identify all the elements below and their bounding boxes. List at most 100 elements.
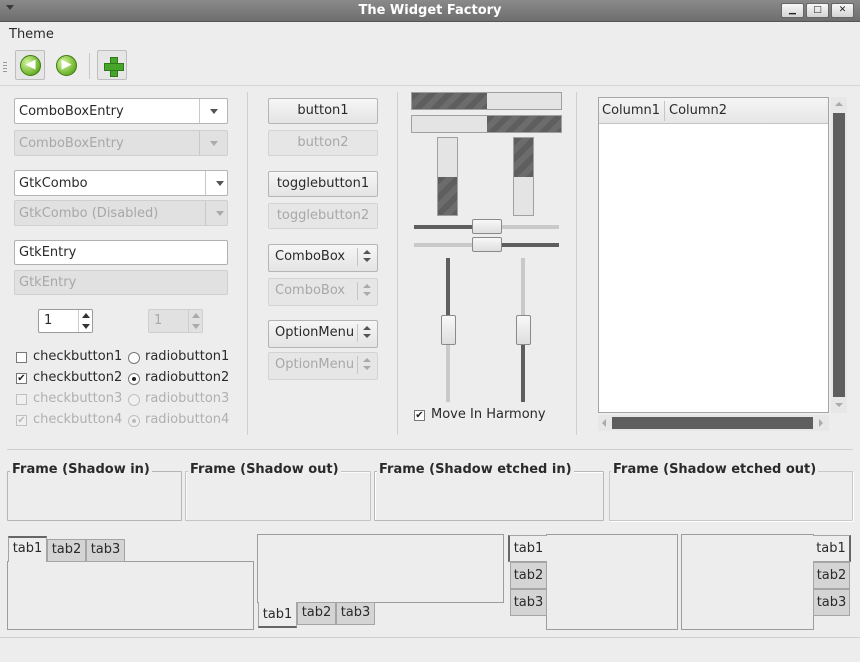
- minimize-button[interactable]: ▁: [781, 3, 804, 18]
- notebook-left: [546, 534, 678, 630]
- notebook-top-tab2[interactable]: tab2: [47, 539, 86, 562]
- vertical-scroll-thumb[interactable]: [833, 113, 845, 397]
- maximize-button[interactable]: □: [806, 3, 829, 18]
- combobox[interactable]: ComboBox: [268, 244, 378, 272]
- tree-view-header: Column1 Column2: [599, 98, 828, 124]
- frame-shadow-out-label: Frame (Shadow out): [188, 462, 341, 477]
- notebook-left-tab2[interactable]: tab2: [510, 562, 547, 589]
- scroll-up-icon[interactable]: [835, 102, 843, 106]
- chevron-down-icon[interactable]: [205, 171, 227, 195]
- horizontal-scrollbar[interactable]: [598, 415, 829, 431]
- notebook-right-tab2[interactable]: tab2: [813, 562, 850, 589]
- checkmark-icon: ✔: [17, 415, 26, 426]
- toolbar: [0, 46, 860, 86]
- title-bar: The Widget Factory ▁ □ ✕: [0, 0, 860, 22]
- frame-shadow-in: [7, 471, 182, 521]
- notebook-left-tab3[interactable]: tab3: [510, 589, 547, 616]
- checkbutton1-label[interactable]: checkbutton1: [33, 349, 122, 364]
- scroll-right-icon[interactable]: [819, 419, 823, 427]
- optionmenu-label: OptionMenu: [275, 325, 355, 340]
- column1-header[interactable]: Column1: [602, 103, 660, 118]
- window-title: The Widget Factory: [358, 3, 502, 18]
- move-in-harmony-label[interactable]: Move In Harmony: [431, 407, 546, 422]
- move-in-harmony-box[interactable]: ✔: [414, 410, 425, 421]
- notebook-top: [7, 561, 254, 630]
- togglebutton1[interactable]: togglebutton1: [268, 171, 378, 197]
- radiobutton4-label: radiobutton4: [145, 412, 230, 427]
- combobox-disabled: ComboBox: [268, 278, 378, 306]
- notebook-left-tab1[interactable]: tab1: [508, 535, 547, 562]
- hscale-1[interactable]: [414, 218, 559, 236]
- close-button[interactable]: ✕: [831, 3, 854, 18]
- toolbar-grip-icon[interactable]: [3, 62, 7, 72]
- togglebutton2: togglebutton2: [268, 203, 378, 229]
- frame-shadow-in-label: Frame (Shadow in): [10, 462, 152, 477]
- horizontal-scroll-thumb[interactable]: [612, 417, 813, 429]
- gtkcombo[interactable]: GtkCombo: [14, 170, 228, 196]
- notebook-bottom-tab3[interactable]: tab3: [336, 602, 375, 625]
- gtkcombo-disabled: GtkCombo (Disabled): [14, 200, 228, 226]
- comboboxentry-disabled: ComboBoxEntry: [14, 130, 228, 156]
- vscale-1[interactable]: [440, 258, 456, 402]
- status-bar: [0, 637, 860, 662]
- checkbutton2-box[interactable]: ✔: [16, 373, 27, 384]
- scroll-left-icon[interactable]: [602, 419, 606, 427]
- gtk-entry-disabled: GtkEntry: [14, 270, 228, 295]
- updown-icon: [357, 248, 377, 266]
- go-first-button[interactable]: ◀: [15, 50, 45, 80]
- combobox-label: ComboBox: [275, 249, 346, 264]
- progress-fill: [438, 176, 457, 215]
- gtk-entry[interactable]: GtkEntry: [14, 240, 228, 265]
- frame-shadow-etched-out: [609, 471, 853, 521]
- comboboxentry[interactable]: ComboBoxEntry: [14, 98, 228, 124]
- spin-arrows-icon: [188, 310, 202, 332]
- checkmark-icon: ✔: [415, 410, 424, 421]
- checkmark-icon: ✔: [17, 373, 26, 384]
- hscale-2[interactable]: [414, 236, 559, 254]
- go-last-button[interactable]: ▶: [51, 50, 81, 80]
- progress-fill: [412, 93, 487, 109]
- progress-fill: [514, 138, 533, 177]
- chevron-down-icon: [205, 201, 227, 225]
- tree-view[interactable]: Column1 Column2: [598, 97, 829, 413]
- go-last-icon: ▶: [56, 55, 77, 76]
- column2-header[interactable]: Column2: [669, 103, 727, 118]
- column-separator: [576, 92, 577, 435]
- spin-button-disabled: 1: [148, 309, 203, 333]
- vscale-1-slider[interactable]: [441, 315, 456, 345]
- vscale-2-slider[interactable]: [516, 315, 531, 345]
- checkbutton4-label: checkbutton4: [33, 412, 123, 427]
- chevron-down-icon[interactable]: [199, 99, 227, 123]
- checkbutton1-box[interactable]: [16, 352, 27, 363]
- add-button[interactable]: [97, 50, 127, 80]
- hscale-2-slider[interactable]: [471, 237, 502, 252]
- progress-bar-h1: [411, 92, 562, 110]
- notebook-right: [681, 534, 814, 630]
- notebook-right-tab1[interactable]: tab1: [813, 535, 851, 562]
- menu-theme[interactable]: Theme: [9, 27, 54, 42]
- optionmenu[interactable]: OptionMenu: [268, 320, 378, 348]
- notebook-bottom-tab2[interactable]: tab2: [297, 602, 336, 625]
- notebook-top-tab3[interactable]: tab3: [86, 539, 125, 562]
- hscale-1-slider[interactable]: [471, 219, 502, 234]
- vscale-2[interactable]: [515, 258, 531, 402]
- notebook-bottom-tab1[interactable]: tab1: [258, 602, 297, 628]
- vertical-scrollbar[interactable]: [831, 97, 847, 413]
- toolbar-separator: [89, 53, 90, 79]
- frame-shadow-etched-in: [374, 471, 604, 521]
- spin-button[interactable]: 1: [38, 309, 93, 333]
- checkbutton2-label[interactable]: checkbutton2: [33, 370, 122, 385]
- column-divider: [664, 101, 665, 121]
- radiobutton1-circle[interactable]: [128, 352, 140, 364]
- combobox-disabled-label: ComboBox: [275, 283, 346, 298]
- spin-arrows-icon[interactable]: [78, 310, 92, 332]
- scroll-down-icon[interactable]: [835, 403, 843, 407]
- radiobutton2-label[interactable]: radiobutton2: [145, 370, 229, 385]
- frame-shadow-etched-in-label: Frame (Shadow etched in): [377, 462, 574, 477]
- radiobutton1-label[interactable]: radiobutton1: [145, 349, 229, 364]
- button1[interactable]: button1: [268, 98, 378, 124]
- notebook-right-tab3[interactable]: tab3: [813, 589, 850, 616]
- column-separator: [397, 92, 398, 435]
- notebook-top-tab1[interactable]: tab1: [8, 536, 47, 562]
- radiobutton2-circle[interactable]: [128, 373, 140, 385]
